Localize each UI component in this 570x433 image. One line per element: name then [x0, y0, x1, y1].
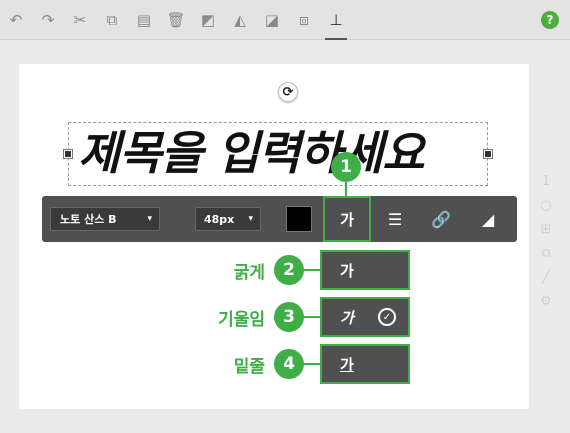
resize-handle-right[interactable] — [484, 150, 492, 158]
font-family-select[interactable]: 노토 산스 B ▾ — [50, 207, 160, 231]
font-family-value: 노토 산스 B — [60, 213, 117, 226]
callout-3: 3 — [274, 302, 304, 332]
page-number: 1 — [541, 173, 551, 189]
text-style-button[interactable]: 가 — [323, 196, 371, 242]
page-side-panel: 1 ○ ⊞ ⧉ ╱ ⚙ — [534, 170, 558, 320]
bold-description: 굵게 — [233, 263, 265, 283]
font-size-value: 48px — [204, 212, 235, 226]
check-icon: ✓ — [378, 308, 396, 326]
callout-2: 2 — [274, 255, 304, 285]
underline-description: 밑줄 — [233, 357, 265, 377]
add-page-icon[interactable]: ⊞ — [534, 218, 558, 240]
callout-3-connector — [304, 316, 320, 318]
cut-icon[interactable]: ✂ — [66, 0, 94, 40]
layer-down-icon[interactable]: ◪ — [258, 0, 286, 40]
help-icon[interactable]: ? — [541, 11, 559, 29]
chevron-down-icon: ▾ — [248, 214, 253, 224]
divider-icon: ╱ — [542, 269, 550, 285]
circle-icon[interactable]: ○ — [534, 194, 558, 216]
callout-4-connector — [304, 363, 320, 365]
italic-description: 기울임 — [218, 310, 265, 330]
callout-1: 1 — [331, 152, 361, 182]
duplicate-page-icon[interactable]: ⧉ — [534, 242, 558, 264]
callout-4: 4 — [274, 349, 304, 379]
bold-menu-item[interactable]: 가 — [320, 250, 410, 290]
title-text[interactable]: 제목을 입력하세요 — [78, 120, 488, 186]
list-icon[interactable]: ☰ — [377, 196, 413, 242]
resize-handle-left[interactable] — [64, 150, 72, 158]
paste-icon[interactable]: ▤ — [130, 0, 158, 40]
copy-icon[interactable]: ⧉ — [98, 0, 126, 40]
redo-icon[interactable]: ↷ — [34, 0, 62, 40]
settings-icon[interactable]: ⚙ — [534, 290, 558, 312]
italic-label: 가 — [340, 308, 354, 327]
callout-2-connector — [304, 269, 320, 271]
chevron-down-icon: ▾ — [147, 214, 152, 224]
bold-label: 가 — [340, 261, 354, 280]
text-format-toolbar: 노토 산스 B ▾ 48px ▾ 가 ☰ 🔗 ◢ — [42, 196, 517, 242]
underline-label: 가 — [340, 355, 354, 374]
font-size-select[interactable]: 48px ▾ — [195, 207, 261, 231]
layer-up-icon[interactable]: ◩ — [194, 0, 222, 40]
group-icon[interactable]: ⧈ — [290, 0, 318, 40]
rotate-icon[interactable]: ⟳ — [278, 82, 298, 102]
align-icon[interactable]: ⊥ — [322, 0, 350, 40]
italic-menu-item[interactable]: 가 ✓ — [320, 297, 410, 337]
delete-icon[interactable]: 🗑 — [162, 0, 190, 40]
top-toolbar: ↶ ↷ ✂ ⧉ ▤ 🗑 ◩ ◭ ◪ ⧈ ⊥ ? — [0, 0, 570, 40]
shape-icon[interactable]: ◭ — [226, 0, 254, 40]
callout-1-connector — [345, 182, 347, 196]
text-color-swatch[interactable] — [286, 206, 312, 232]
gradient-icon[interactable]: ◢ — [470, 196, 506, 242]
link-icon[interactable]: 🔗 — [423, 196, 459, 242]
underline-menu-item[interactable]: 가 — [320, 344, 410, 384]
undo-icon[interactable]: ↶ — [2, 0, 30, 40]
